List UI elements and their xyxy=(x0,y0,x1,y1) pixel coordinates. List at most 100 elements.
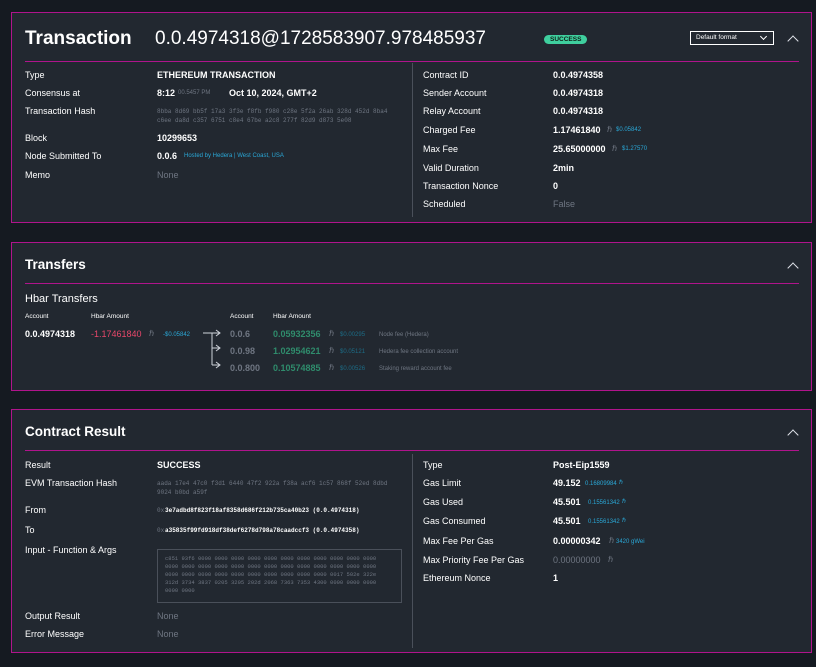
transaction-card: Transaction 0.0.4974318@1728583907.97848… xyxy=(11,12,812,223)
transfer-row-amount: 0.10574885 xyxy=(273,363,321,373)
consensus-label: Consensus at xyxy=(25,88,81,98)
col-account-header: Account xyxy=(25,313,49,320)
chevron-down-icon xyxy=(759,32,768,41)
transfer-row-account[interactable]: 0.0.6 xyxy=(230,329,250,339)
from-prefix: 0x xyxy=(157,507,165,514)
from-address[interactable]: 3e7adbd8f823f18af8358d686f212b735ca40b23… xyxy=(165,507,359,514)
max-fee-per-gas-extra: 3420 gWei xyxy=(616,539,645,545)
hbar-symbol-icon: ℏ xyxy=(329,329,335,338)
sender-label: Sender Account xyxy=(423,88,487,98)
hbar-symbol-icon: ℏ xyxy=(609,536,615,545)
hbar-symbol-icon: ℏ xyxy=(329,363,335,372)
hbar-symbol-icon: ℏ xyxy=(622,518,626,524)
transfer-row-usd: $0.05121 xyxy=(340,349,366,355)
input-data-line: 0000 0000 0000 0000 0000 0000 0000 0000 … xyxy=(165,571,377,578)
contract-result-card: Contract Result Result SUCCESS EVM Trans… xyxy=(11,409,812,653)
transfer-row-usd: $0.00526 xyxy=(340,366,366,372)
input-data-line: 312d 3734 3837 0205 3205 202d 2068 7363 … xyxy=(165,579,377,586)
hbar-transfers-subtitle: Hbar Transfers xyxy=(25,293,98,305)
to-prefix: 0x xyxy=(157,527,165,534)
col-amount2-header: Hbar Amount xyxy=(273,313,311,320)
gas-limit-label: Gas Limit xyxy=(423,478,462,488)
max-fee-label: Max Fee xyxy=(423,144,459,154)
evm-hash-line1: aada 17e4 47c0 f3d1 6440 47f2 922a f38a … xyxy=(157,480,388,487)
transaction-hash-line2: c6ee da8d c357 6751 c8e4 67be a2c8 277f … xyxy=(157,117,352,124)
consensus-time: 8:12 xyxy=(157,88,176,98)
source-amount: -1.17461840 xyxy=(91,329,142,339)
max-priority-fee-label: Max Priority Fee Per Gas xyxy=(423,555,525,565)
collapse-chevron-icon[interactable] xyxy=(787,429,799,441)
hbar-symbol-icon: ℏ xyxy=(608,555,614,564)
transfer-row-desc: Node fee (Hedera) xyxy=(379,332,429,338)
type-label: Type xyxy=(423,460,443,470)
gas-limit-extra: 0.16809984 xyxy=(585,481,617,487)
gas-limit-value: 49.152 xyxy=(553,478,581,488)
type-value: ETHEREUM TRANSACTION xyxy=(157,70,276,80)
gas-consumed-value: 45.501 xyxy=(553,516,581,526)
gas-used-value: 45.501 xyxy=(553,497,581,507)
format-select-label: Default format xyxy=(696,34,737,41)
hbar-symbol-icon: ℏ xyxy=(619,480,623,486)
transaction-hash-line1: 8bba 8d69 bb5f 17a3 3f3e f8fb f980 c28e … xyxy=(157,108,388,115)
hbar-symbol-icon: ℏ xyxy=(622,499,626,505)
ethereum-nonce-label: Ethereum Nonce xyxy=(423,573,491,583)
source-account[interactable]: 0.0.4974318 xyxy=(25,329,75,339)
transfer-row-account[interactable]: 0.0.98 xyxy=(230,346,255,356)
format-select[interactable]: Default format xyxy=(690,31,774,45)
error-message-value: None xyxy=(157,629,179,639)
max-fee-per-gas-value: 0.00000342 xyxy=(553,536,601,546)
hbar-symbol-icon: ℏ xyxy=(607,125,613,134)
contract-id-value[interactable]: 0.0.4974358 xyxy=(553,70,603,80)
node-value[interactable]: 0.0.6 xyxy=(157,151,177,161)
sender-value[interactable]: 0.0.4974318 xyxy=(553,88,603,98)
transfer-row-desc: Staking reward account fee xyxy=(379,366,452,372)
evm-hash-label: EVM Transaction Hash xyxy=(25,478,118,488)
gas-used-label: Gas Used xyxy=(423,497,464,507)
type-label: Type xyxy=(25,70,45,80)
relay-label: Relay Account xyxy=(423,106,481,116)
block-value[interactable]: 10299653 xyxy=(157,133,197,143)
to-label: To xyxy=(25,525,35,535)
col-amount-header: Hbar Amount xyxy=(91,313,129,320)
collapse-chevron-icon[interactable] xyxy=(787,35,799,47)
valid-duration-label: Valid Duration xyxy=(423,163,479,173)
transfers-title: Transfers xyxy=(25,257,86,272)
source-usd: -$0.05842 xyxy=(163,332,191,338)
collapse-chevron-icon[interactable] xyxy=(787,262,799,274)
transfer-row-desc: Hedera fee collection account xyxy=(379,349,459,355)
gas-used-extra: 0.15561342 xyxy=(588,500,620,506)
column-divider xyxy=(412,454,413,648)
hbar-symbol-icon: ℏ xyxy=(149,329,155,338)
relay-value[interactable]: 0.0.4974318 xyxy=(553,106,603,116)
transfer-row-account[interactable]: 0.0.800 xyxy=(230,363,260,373)
input-data-line: c851 93f6 0000 0000 0000 0000 0000 0000 … xyxy=(165,555,377,562)
header-divider xyxy=(25,450,799,451)
error-message-label: Error Message xyxy=(25,629,85,639)
gas-consumed-extra: 0.15561342 xyxy=(588,519,620,525)
transaction-id: 0.0.4974318@1728583907.978485937 xyxy=(155,28,486,49)
to-address[interactable]: a35835f99fd918df38def6278d798a78caadccf3… xyxy=(165,527,359,534)
max-fee-usd: $1.27570 xyxy=(622,146,648,152)
transfer-arrows-icon xyxy=(203,329,221,369)
charged-fee-value: 1.17461840 xyxy=(553,125,601,135)
hbar-symbol-icon: ℏ xyxy=(612,144,618,153)
hbar-symbol-icon: ℏ xyxy=(329,346,335,355)
transfers-card: Transfers Hbar Transfers Account Hbar Am… xyxy=(11,242,812,391)
result-value: SUCCESS xyxy=(157,460,201,470)
max-fee-per-gas-label: Max Fee Per Gas xyxy=(423,536,494,546)
output-result-label: Output Result xyxy=(25,611,81,621)
transaction-nonce-value: 0 xyxy=(553,181,559,191)
charged-fee-usd: $0.05842 xyxy=(616,127,642,133)
gas-consumed-label: Gas Consumed xyxy=(423,516,486,526)
ethereum-nonce-value: 1 xyxy=(553,573,559,583)
evm-hash-line2: 9024 b0bd a59f xyxy=(157,489,208,496)
node-desc: Hosted by Hedera | West Coast, USA xyxy=(184,153,284,159)
from-label: From xyxy=(25,505,46,515)
transfer-row-usd: $0.00295 xyxy=(340,332,366,338)
memo-value: None xyxy=(157,170,179,180)
transaction-title: Transaction xyxy=(25,28,132,49)
memo-label: Memo xyxy=(25,170,51,180)
charged-fee-label: Charged Fee xyxy=(423,125,476,135)
result-label: Result xyxy=(25,460,51,470)
transfer-row-amount: 1.02954621 xyxy=(273,346,321,356)
